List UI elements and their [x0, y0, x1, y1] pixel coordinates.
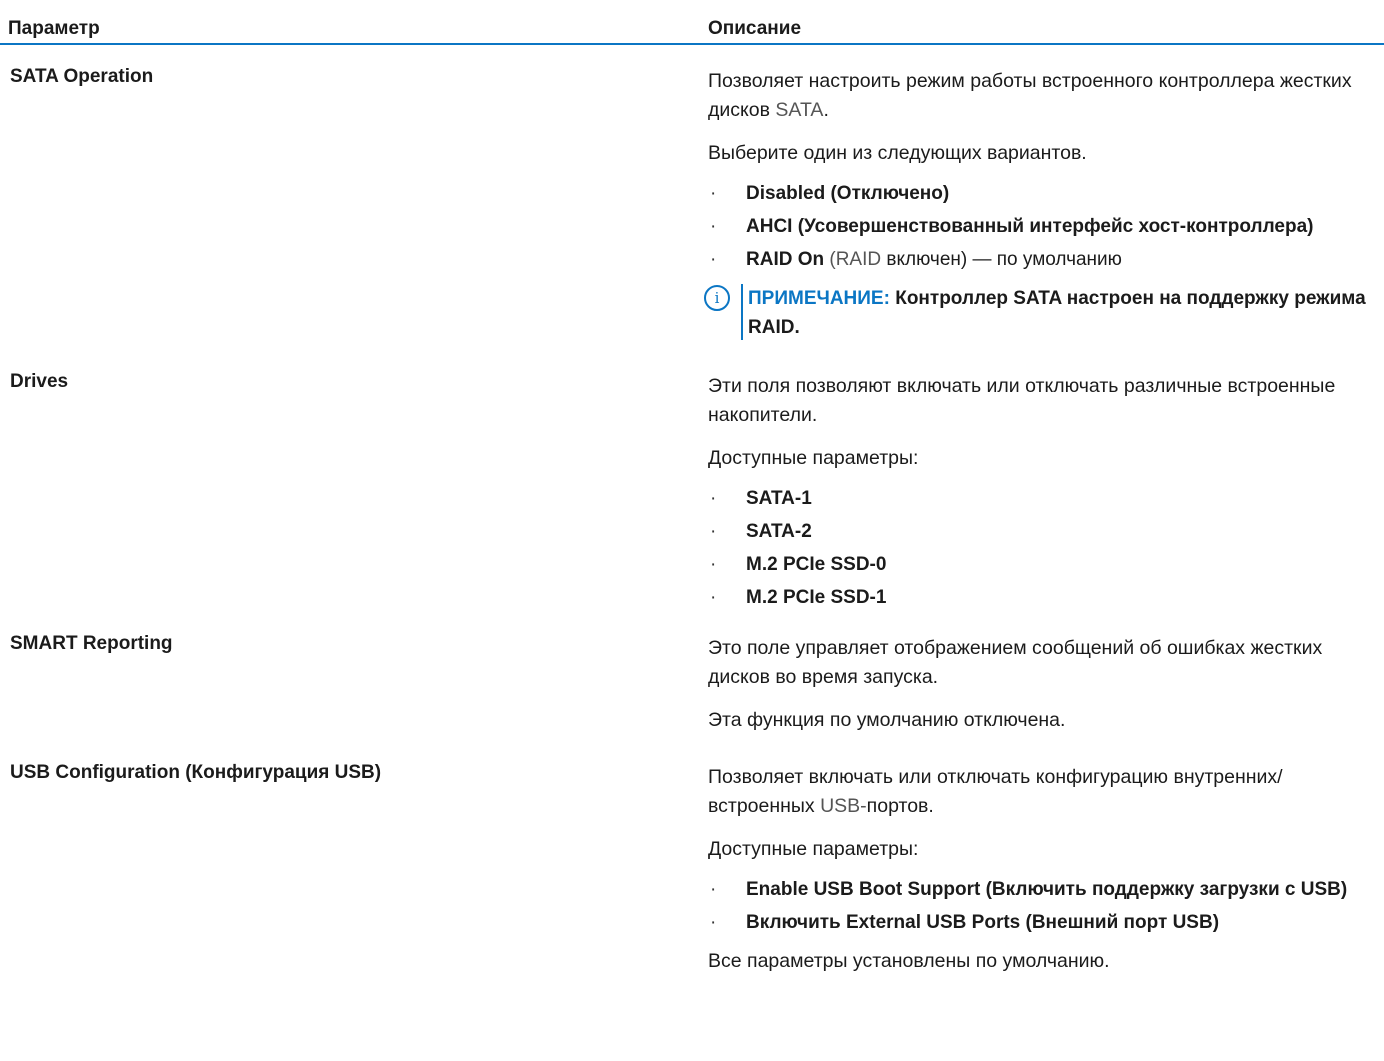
bullet: · [710, 587, 717, 608]
option-label: AHCI (Усовершенствованный интерфейс хост… [746, 216, 1314, 237]
description-text: Эти поля позволяют включать или отключат… [708, 375, 1336, 426]
row-description: Эти поля позволяют включать или отключат… [708, 362, 1368, 610]
description-text: Позволяет включать или отключать конфигу… [708, 763, 1368, 821]
description-text: Доступные параметры: [708, 838, 919, 860]
table-row-usb-configuration: USB Configuration (Конфигурация USB) Поз… [0, 749, 1384, 976]
text-part: USB- [820, 795, 867, 817]
option-label: SATA-2 [746, 521, 812, 542]
list-item: · M.2 PCIe SSD-0 [708, 553, 1368, 577]
bullet: · [710, 488, 717, 509]
option-label: SATA-1 [746, 488, 812, 509]
option-label: M.2 PCIe SSD-1 [746, 587, 887, 608]
header-param: Параметр [8, 18, 100, 39]
description-text: Это поле управляет отображением сообщени… [708, 637, 1323, 688]
list-item: · Включить External USB Ports (Внешний по… [708, 911, 1368, 935]
option-label: RAID On [746, 249, 825, 270]
table-row-smart-reporting: SMART Reporting Это поле управляет отобр… [0, 622, 1384, 735]
bullet: · [710, 183, 717, 204]
bullet: · [710, 554, 717, 575]
settings-table: Параметр Описание SATA Operation Позволя… [0, 0, 1384, 990]
description-text: Все параметры установлены по умолчанию. [708, 950, 1110, 972]
text-part: Позволяет включать или отключать конфигу… [708, 766, 1283, 817]
list-item: · Disabled (Отключено) [708, 182, 1368, 206]
text-part: SATA [775, 99, 824, 121]
info-icon: i [704, 285, 730, 311]
description-text: Эта функция по умолчанию отключена. [708, 709, 1066, 731]
table-row-sata-operation: SATA Operation Позволяет настроить режим… [0, 45, 1384, 342]
list-item: · SATA-2 [708, 520, 1368, 544]
bullet: · [710, 521, 717, 542]
list-item: · M.2 PCIe SSD-1 [708, 586, 1368, 610]
list-item: · SATA-1 [708, 487, 1368, 511]
list-item: · AHCI (Усовершенствованный интерфейс хос… [708, 215, 1368, 239]
description-text: Выберите один из следующих вариантов. [708, 142, 1087, 164]
option-label: Включить External USB Ports (Внешний пор… [746, 912, 1220, 933]
option-label: M.2 PCIe SSD-0 [746, 554, 887, 575]
row-name: Drives [10, 371, 69, 392]
list-item: · RAID On (RAID включен) — по умолчанию [708, 248, 1368, 272]
row-name: USB Configuration (Конфигурация USB) [10, 762, 382, 783]
option-label: Disabled (Отключено) [746, 183, 950, 204]
note-divider [741, 284, 743, 340]
row-description: Это поле управляет отображением сообщени… [708, 622, 1368, 735]
text-part: . [823, 99, 829, 121]
row-name: SMART Reporting [10, 633, 173, 654]
bullet: · [710, 216, 717, 237]
note-text: ПРИМЕЧАНИЕ: Контроллер SATA настроен на … [748, 284, 1368, 342]
text-part: портов. [866, 795, 934, 817]
options-list: · SATA-1 · SATA-2 · M.2 PCIe SSD-0 · M.2 PCI… [708, 487, 1368, 610]
options-list: · Disabled (Отключено) · AHCI (Усовершенст… [708, 182, 1368, 272]
note-label: ПРИМЕЧАНИЕ: [748, 288, 890, 309]
description-text: Позволяет настроить режим работы встроен… [708, 67, 1368, 125]
options-list: · Enable USB Boot Support (Включить подде… [708, 878, 1368, 935]
description-text: Доступные параметры: [708, 447, 919, 469]
note-box: i ПРИМЕЧАНИЕ: Контроллер SATA настроен н… [704, 284, 1368, 342]
table-header: Параметр Описание [0, 0, 1384, 45]
bullet: · [710, 912, 717, 933]
option-extra: включен) — по умолчанию [881, 249, 1122, 270]
header-description: Описание [708, 18, 802, 39]
option-label: Enable USB Boot Support (Включить поддер… [746, 879, 1348, 900]
bullet: · [710, 879, 717, 900]
row-description: Позволяет настроить режим работы встроен… [704, 45, 1368, 342]
bullet: · [710, 249, 717, 270]
list-item: · Enable USB Boot Support (Включить подде… [708, 878, 1368, 902]
table-row-drives: Drives Эти поля позволяют включать или о… [0, 362, 1384, 610]
row-description: Позволяет включать или отключать конфигу… [708, 749, 1368, 976]
row-name: SATA Operation [10, 66, 154, 87]
option-extra: (RAID [824, 249, 882, 270]
